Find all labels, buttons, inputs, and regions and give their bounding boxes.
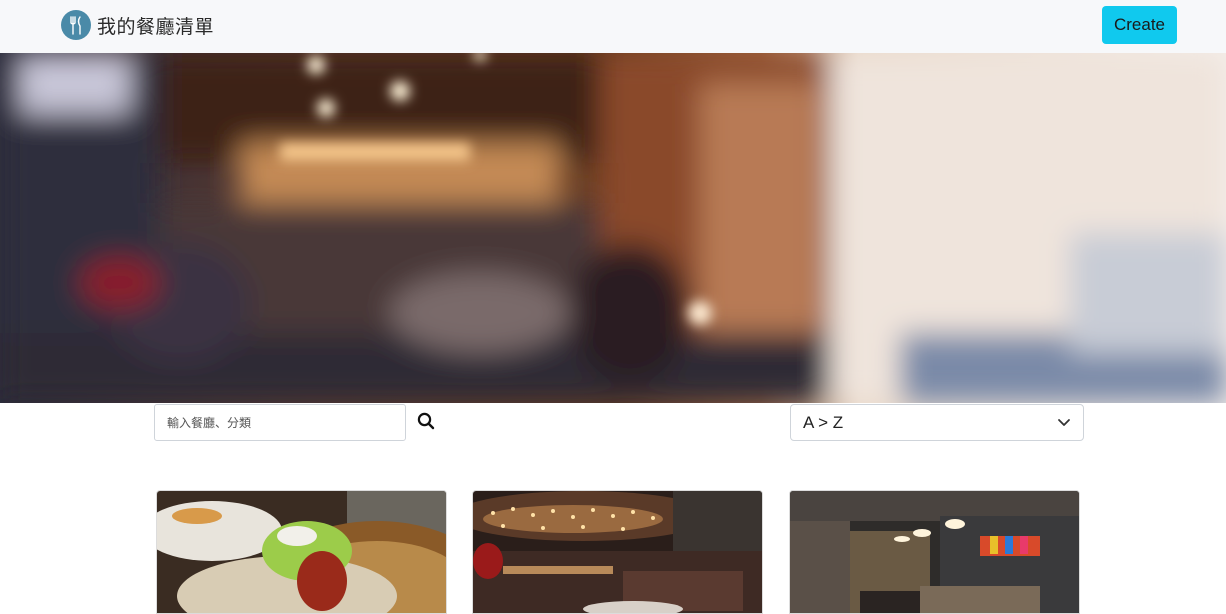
fork-knife-icon bbox=[61, 10, 91, 40]
create-button[interactable]: Create bbox=[1102, 6, 1177, 44]
sort-select[interactable]: A > Z bbox=[790, 404, 1084, 441]
restaurant-card[interactable] bbox=[156, 490, 447, 614]
banner-image bbox=[0, 53, 1226, 403]
chevron-down-icon bbox=[1057, 413, 1071, 432]
restaurant-image bbox=[157, 491, 446, 613]
restaurant-card[interactable] bbox=[789, 490, 1080, 614]
sort-selected-value: A > Z bbox=[803, 412, 844, 432]
navbar: 我的餐廳清單 Create bbox=[0, 0, 1226, 53]
search-input[interactable] bbox=[154, 404, 406, 441]
restaurant-card[interactable] bbox=[472, 490, 763, 614]
brand-title: 我的餐廳清單 bbox=[97, 15, 215, 38]
search-button[interactable] bbox=[412, 410, 440, 436]
restaurant-image bbox=[473, 491, 762, 613]
brand-link[interactable]: 我的餐廳清單 bbox=[61, 10, 214, 40]
restaurant-image bbox=[790, 491, 1079, 613]
search-icon bbox=[417, 412, 435, 434]
